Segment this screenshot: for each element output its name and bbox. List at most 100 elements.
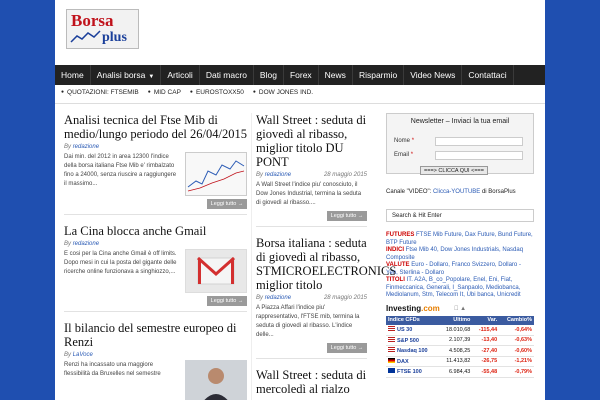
site-logo[interactable]: Borsa plus bbox=[66, 9, 139, 49]
table-row[interactable]: FTSE 100 6.984,43 -55,48 -0,79% bbox=[386, 366, 534, 378]
chevron-down-icon: ▼ bbox=[148, 74, 155, 80]
android-icon[interactable]: ▲ bbox=[460, 306, 466, 312]
article-thumbnail-photo[interactable] bbox=[185, 360, 247, 400]
left-article-column: Analisi tecnica del Ftse Mib di medio/lu… bbox=[64, 113, 247, 400]
header-divider bbox=[55, 103, 545, 104]
newsletter-name-input[interactable] bbox=[435, 137, 523, 146]
markets-label: FUTURES bbox=[386, 232, 415, 238]
search-input[interactable]: Search & Hit Enter bbox=[386, 209, 534, 222]
read-more-button[interactable]: Leggi tutto → bbox=[327, 343, 367, 353]
markets-futures[interactable]: FUTURES FTSE Mib Future, Dax Future, Bun… bbox=[386, 232, 534, 247]
canale-prefix: Canale "VIDEO": bbox=[386, 189, 432, 195]
read-more-button[interactable]: Leggi tutto → bbox=[207, 199, 247, 209]
read-more-button[interactable]: Leggi tutto → bbox=[207, 296, 247, 306]
nav-forex[interactable]: Forex bbox=[284, 65, 319, 85]
quote-link-eurostoxx50[interactable]: EUROSTOXX50 bbox=[190, 89, 244, 101]
table-row[interactable]: DAX 11.413,82 -26,75 -1,21% bbox=[386, 356, 534, 367]
article-thumbnail-gmail[interactable] bbox=[185, 249, 247, 293]
article-meta: By redazione 28 maggio 2015 bbox=[256, 295, 367, 301]
article-title[interactable]: Wall Street : seduta di mercoledì al ria… bbox=[256, 368, 367, 396]
table-row[interactable]: S&P 500 2.107,39 -13,40 -0,63% bbox=[386, 335, 534, 346]
col-header-index: Indice CFDs bbox=[386, 315, 439, 325]
investing-logo[interactable]: Investing.com bbox=[386, 304, 440, 313]
article-meta: By LaVoce bbox=[64, 352, 247, 358]
article-excerpt: A Wall Street l'indice piu' conosciuto, … bbox=[256, 182, 362, 206]
quote-link-midcap[interactable]: MID CAP bbox=[148, 89, 181, 101]
us-flag-icon bbox=[388, 326, 395, 331]
logo-chart-icon bbox=[70, 30, 101, 43]
article-divider bbox=[64, 311, 247, 312]
nav-contattaci[interactable]: Contattaci bbox=[462, 65, 514, 85]
nav-analisi-borsa[interactable]: Analisi borsa ▼ bbox=[91, 65, 162, 85]
read-more-button[interactable]: Leggi tutto → bbox=[327, 211, 367, 221]
col-header-last: Ultimo bbox=[438, 315, 473, 325]
row-last: 6.984,43 bbox=[438, 366, 473, 378]
nav-articoli[interactable]: Articoli bbox=[161, 65, 200, 85]
investing-table: Indice CFDs Ultimo Var. Cambio% US 30 18… bbox=[386, 315, 534, 378]
article-meta: By redazione bbox=[64, 144, 247, 150]
required-mark: * bbox=[410, 152, 414, 158]
markets-text: Ftse Mib 40, Dow Jones Industrials, Nasd… bbox=[386, 247, 524, 261]
apple-icon[interactable]:  bbox=[454, 306, 459, 312]
person-photo-icon bbox=[185, 360, 247, 400]
col-header-change: Var. bbox=[472, 315, 500, 325]
investing-header: Investing.com  ▲ bbox=[386, 304, 534, 316]
newsletter-title: Newsletter – Inviaci la tua email bbox=[410, 118, 510, 125]
markets-indici[interactable]: INDICI Ftse Mib 40, Dow Jones Industrial… bbox=[386, 247, 534, 262]
quotes-bar: QUOTAZIONI: FTSEMIB MID CAP EUROSTOXX50 … bbox=[61, 89, 322, 101]
article-by: By bbox=[256, 172, 264, 178]
nav-risparmio[interactable]: Risparmio bbox=[353, 65, 405, 85]
row-pct: -0,63% bbox=[499, 335, 534, 346]
article-meta: By redazione bbox=[64, 241, 247, 247]
nav-video-news[interactable]: Video News bbox=[404, 65, 463, 85]
quote-link-ftsemib[interactable]: QUOTAZIONI: FTSEMIB bbox=[61, 89, 139, 101]
article-divider bbox=[256, 226, 367, 227]
article-author[interactable]: LaVoce bbox=[73, 352, 93, 358]
newsletter-email-input[interactable] bbox=[435, 151, 523, 160]
column-divider bbox=[251, 113, 252, 400]
page: Borsa plus Home Analisi borsa ▼ Articoli … bbox=[55, 0, 545, 400]
table-row[interactable]: US 30 18.010,68 -115,44 -0,64% bbox=[386, 324, 534, 336]
nav-blog[interactable]: Blog bbox=[254, 65, 284, 85]
table-row[interactable]: Nasdaq 100 4.508,25 -27,40 -0,60% bbox=[386, 345, 534, 357]
article-card: Wall Street : seduta di giovedì al ribas… bbox=[256, 113, 367, 221]
article-title[interactable]: Borsa italiana : seduta di giovedì al ri… bbox=[256, 236, 396, 292]
article-title[interactable]: Analisi tecnica del Ftse Mib di medio/lu… bbox=[64, 113, 247, 141]
article-by: By bbox=[64, 144, 72, 150]
chart-thumbnail-icon bbox=[187, 160, 245, 192]
row-name: DAX bbox=[397, 358, 409, 365]
de-flag-icon bbox=[388, 357, 395, 363]
article-thumbnail-chart[interactable] bbox=[185, 152, 247, 196]
quote-link-dowjones[interactable]: DOW JONES IND. bbox=[253, 89, 313, 101]
markets-label: VALUTE bbox=[386, 262, 410, 268]
required-mark: * bbox=[411, 138, 415, 144]
row-change: -55,48 bbox=[472, 366, 500, 378]
article-title[interactable]: Il bilancio del semestre europeo di Renz… bbox=[64, 321, 247, 349]
article-author[interactable]: redazione bbox=[73, 144, 99, 150]
youtube-link[interactable]: Clicca-YOUTUBE bbox=[433, 189, 480, 195]
row-change: -26,75 bbox=[472, 356, 500, 367]
article-author[interactable]: redazione bbox=[73, 241, 99, 247]
row-pct: -0,60% bbox=[499, 345, 534, 357]
markets-titoli[interactable]: TITOLI IT. A2A, B_co_Popolare, Enel, Eni… bbox=[386, 277, 534, 300]
row-last: 11.413,82 bbox=[438, 356, 473, 367]
investing-logo-main: Investing bbox=[386, 303, 422, 313]
article-title[interactable]: Wall Street : seduta di giovedì al ribas… bbox=[256, 113, 367, 169]
newsletter-submit-button[interactable]: ===> CLICCA QUI <=== bbox=[420, 166, 488, 175]
markets-valute[interactable]: VALUTE Euro - Dollaro, Franco Svizzero, … bbox=[386, 262, 534, 277]
nav-dati-macro[interactable]: Dati macro bbox=[200, 65, 254, 85]
row-last: 2.107,39 bbox=[438, 335, 473, 346]
nav-home[interactable]: Home bbox=[55, 65, 91, 85]
row-last: 4.508,25 bbox=[438, 345, 473, 357]
canale-suffix: di BorsaPlus bbox=[481, 189, 516, 195]
email-label-text: Email bbox=[394, 152, 410, 158]
article-author[interactable]: redazione bbox=[265, 172, 291, 178]
email-label: Email * bbox=[394, 152, 413, 158]
article-author[interactable]: redazione bbox=[265, 295, 291, 301]
nav-news[interactable]: News bbox=[319, 65, 353, 85]
article-card: Il bilancio del semestre europeo di Renz… bbox=[64, 321, 247, 400]
investing-app-icons:  ▲ bbox=[454, 306, 466, 312]
row-name: Nasdaq 100 bbox=[397, 348, 428, 355]
article-title[interactable]: La Cina blocca anche Gmail bbox=[64, 224, 247, 238]
name-label: Nome * bbox=[394, 138, 414, 144]
